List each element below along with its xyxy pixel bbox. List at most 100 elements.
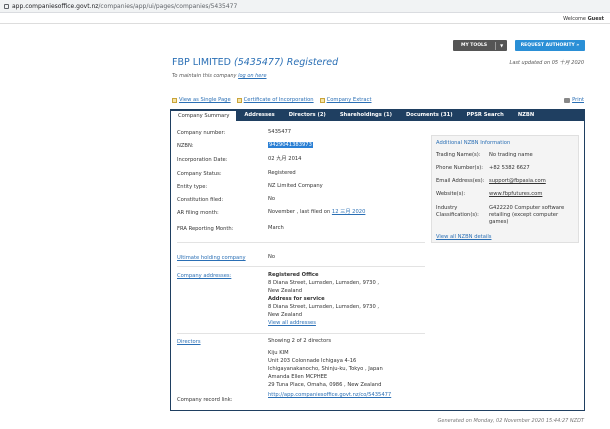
directors-label[interactable]: Directors (177, 339, 201, 345)
ar-filing-prefix: November , last filed on (268, 209, 331, 215)
maintain-prefix: To maintain this company (172, 73, 237, 79)
certificate-label: Certificate of Incorporation (243, 97, 314, 103)
ar-filing-value: November , last filed on 12 三月 2020 (268, 208, 365, 216)
my-tools-label: MY TOOLS (461, 43, 488, 48)
company-extract-link[interactable]: Company Extract (319, 97, 372, 103)
registered-office-line: 8 Diana Street, Lumsden, Lumsden, 9730 , (268, 280, 380, 286)
company-number-label: Company number: (177, 130, 226, 136)
nzbn-value[interactable]: 9429041383973 (268, 142, 313, 148)
nzbn-info-heading: Additional NZBN Information (436, 140, 511, 146)
divider (177, 333, 425, 334)
record-link[interactable]: http://app.companiesoffice.govt.nz/co/54… (268, 391, 391, 399)
view-single-page-link[interactable]: View as Single Page (172, 97, 231, 103)
director-address-line: 29 Tuna Place, Omaha, 0986 , New Zealand (268, 382, 382, 388)
record-link-label: Company record link: (177, 397, 233, 403)
fra-month-label: FRA Reporting Month: (177, 226, 234, 232)
registered-office-country: New Zealand (268, 288, 303, 294)
phone-label: Phone Number(s): (436, 165, 484, 171)
incorporation-date-value: 02 九月 2014 (268, 156, 302, 162)
url-path: /companies/app/ui/pages/companies/543547… (98, 2, 238, 10)
view-all-nzbn-link[interactable]: View all NZBN details (436, 234, 491, 240)
website-link[interactable]: www.fbpfutures.com (489, 191, 577, 198)
ultimate-holding-label[interactable]: Ultimate holding company (177, 255, 246, 261)
nzbn-info-box: Additional NZBN Information Trading Name… (431, 135, 579, 243)
generated-note: Generated on Monday, 02 November 2020 15… (437, 418, 584, 424)
registered-office-title: Registered Office (268, 272, 319, 278)
tab-nzbn[interactable]: NZBN (511, 109, 541, 121)
email-link[interactable]: support@fbpasia.com (489, 178, 577, 185)
incorporation-date-label: Incorporation Date: (177, 157, 228, 163)
address-for-service-title: Address for service (268, 296, 325, 302)
print-label: Print (572, 97, 584, 103)
chevron-down-icon[interactable]: ▼ (496, 43, 507, 48)
divider (177, 266, 425, 267)
trading-name-value: No trading name (489, 152, 533, 158)
welcome-user: Guest (587, 16, 604, 22)
tab-shareholdings[interactable]: Shareholdings (1) (333, 109, 399, 121)
ar-filing-date-link[interactable]: 12 三月 2020 (332, 209, 365, 215)
printer-icon (564, 97, 571, 103)
company-number-title: (5435477) (233, 57, 284, 68)
email-label: Email Address(es): (436, 178, 485, 184)
phone-value: +82 5382 6627 (489, 165, 530, 171)
entity-type-label: Entity type: (177, 184, 208, 190)
url-host: app.companiesoffice.govt.nz (12, 2, 99, 10)
constitution-value: No (268, 196, 276, 202)
director-address-line: Unit 203 Colonnade Ichigaya 4-16 (268, 358, 357, 364)
tab-addresses[interactable]: Addresses (237, 109, 281, 121)
director-name: Amanda Ellen MCPHEE (268, 374, 328, 380)
tab-directors[interactable]: Directors (2) (282, 109, 333, 121)
url-text[interactable]: app.companiesoffice.govt.nz/companies/ap… (12, 3, 237, 10)
constitution-label: Constitution filed: (177, 197, 224, 203)
industry-label: Industry Classification(s): (436, 205, 479, 219)
request-authority-button[interactable]: REQUEST AUTHORITY » (515, 40, 585, 51)
company-extract-label: Company Extract (326, 97, 372, 103)
view-single-page-label: View as Single Page (179, 97, 231, 103)
tab-company-summary[interactable]: Company Summary (170, 110, 238, 121)
directors-count: Showing 2 of 2 directors (268, 338, 332, 344)
tab-documents[interactable]: Documents (31) (399, 109, 460, 121)
ultimate-holding-value: No (268, 254, 276, 260)
company-status-label: Company Status: (177, 171, 222, 177)
tab-bar: Company Summary Addresses Directors (2) … (170, 109, 585, 121)
company-name: FBP LIMITED (172, 57, 231, 68)
company-addresses-label[interactable]: Company addresses: (177, 273, 231, 279)
document-links: View as Single Page Certificate of Incor… (172, 97, 372, 103)
print-link[interactable]: Print (564, 97, 584, 103)
tab-ppsr-search[interactable]: PPSR Search (460, 109, 511, 121)
company-summary-panel: Company number: 5435477 NZBN: 9429041383… (170, 121, 585, 411)
website-label: Website(s): (436, 191, 466, 197)
certificate-link[interactable]: Certificate of Incorporation (236, 97, 314, 103)
service-address-line: 8 Diana Street, Lumsden, Lumsden, 9730 , (268, 304, 380, 310)
welcome-bar: Welcome Guest (0, 14, 610, 24)
maintain-note: To maintain this company log on here (172, 73, 267, 79)
industry-label-line2: Classification(s): (436, 212, 479, 218)
view-all-addresses-link[interactable]: View all addresses (268, 319, 379, 327)
fra-month-value: March (268, 225, 284, 231)
extract-icon (319, 97, 325, 103)
ar-filing-label: AR filing month: (177, 210, 219, 216)
divider (177, 242, 425, 243)
lock-icon (4, 3, 9, 9)
industry-value: G422220 Computer software retailing (exc… (489, 205, 565, 225)
nzbn-label: NZBN: (177, 143, 194, 149)
entity-type-value: NZ Limited Company (268, 183, 323, 189)
certificate-icon (236, 97, 242, 103)
industry-label-line1: Industry (436, 205, 458, 211)
company-addresses: Registered Office 8 Diana Street, Lumsde… (268, 271, 379, 327)
company-status-value: Registered (268, 170, 296, 176)
service-address-country: New Zealand (268, 312, 303, 318)
company-number-value: 5435477 (268, 129, 292, 135)
welcome-label: Welcome (563, 16, 586, 22)
company-status-title: Registered (286, 57, 339, 68)
log-on-link[interactable]: log on here (238, 73, 266, 79)
director-address-line: Ichigayanakanocho, Shinju-ku, Tokyo , Ja… (268, 366, 383, 372)
address-bar[interactable]: app.companiesoffice.govt.nz/companies/ap… (0, 0, 610, 13)
trading-name-label: Trading Name(s): (436, 152, 481, 158)
page-title: FBP LIMITED (5435477) Registered (172, 57, 338, 68)
directors-list: Showing 2 of 2 directors Kiju KIM Unit 2… (268, 337, 383, 389)
director-name: Kiju KIM (268, 350, 289, 356)
page-icon (172, 97, 177, 103)
last-updated: Last updated on 05 十月 2020 (509, 60, 584, 66)
my-tools-button[interactable]: MY TOOLS ▼ (453, 40, 508, 51)
